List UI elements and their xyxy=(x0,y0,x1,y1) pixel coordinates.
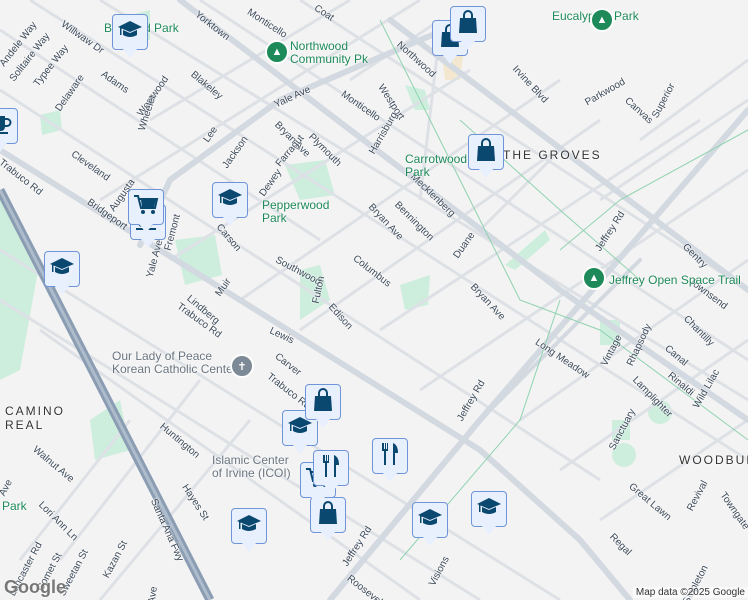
park-label: Northwood Community Pk xyxy=(290,39,369,66)
neighborhood-label: CAMINO REAL xyxy=(5,404,65,432)
park-tree-icon[interactable]: ▲ xyxy=(265,40,289,64)
place-label: Our Lady of Peace Korean Catholic Center xyxy=(112,349,237,376)
neighborhood-label: WOODBURY xyxy=(679,453,748,467)
school-icon xyxy=(236,513,262,540)
park-tree-icon[interactable]: ▲ xyxy=(582,266,606,290)
grocery-icon xyxy=(133,194,159,221)
jeffrey-rd-road xyxy=(327,107,748,600)
shopping-icon xyxy=(475,137,497,167)
park-label: Pepperwood Park xyxy=(262,198,330,225)
school-marker[interactable] xyxy=(231,508,267,552)
arterial-roads xyxy=(0,0,748,600)
place-label: Islamic Center of Irvine (ICOI) xyxy=(212,453,291,480)
school-marker[interactable] xyxy=(212,182,248,226)
shopping-marker[interactable] xyxy=(450,6,486,50)
park-label: Jeffrey Open Space Trail xyxy=(609,273,741,287)
school-icon xyxy=(476,496,502,523)
restaurant-icon xyxy=(379,441,401,472)
school-icon xyxy=(417,507,443,534)
shopping-marker[interactable] xyxy=(468,134,504,178)
minor-roads xyxy=(0,0,748,600)
school-marker[interactable] xyxy=(471,491,507,535)
cafe-icon xyxy=(0,113,13,140)
cafe-marker[interactable] xyxy=(0,108,18,152)
shopping-icon xyxy=(312,387,334,417)
restaurant-marker[interactable] xyxy=(313,450,349,494)
school-marker[interactable] xyxy=(112,14,148,58)
shopping-marker[interactable] xyxy=(305,384,341,428)
neighborhood-label: THE GROVES xyxy=(503,148,602,162)
school-marker[interactable] xyxy=(44,251,80,295)
street-label: Ave xyxy=(146,585,160,600)
park-label: Carrotwood Park xyxy=(405,152,468,179)
map-canvas[interactable]: Willwaw Dr Yorktown Monticello Coat Andele W… xyxy=(0,0,748,600)
park-tree-icon[interactable]: ▲ xyxy=(590,8,614,32)
restaurant-marker[interactable] xyxy=(372,438,408,482)
school-icon xyxy=(117,19,143,46)
map-base xyxy=(0,0,748,600)
church-cross-icon[interactable]: ✝ xyxy=(230,354,254,378)
school-icon xyxy=(217,187,243,214)
restaurant-icon xyxy=(320,453,342,484)
park-label: Park xyxy=(2,499,27,513)
google-logo: Google xyxy=(4,577,66,597)
school-marker[interactable] xyxy=(412,502,448,546)
map-attribution: Map data ©2025 Google xyxy=(632,587,748,598)
shopping-icon xyxy=(457,9,479,39)
school-icon xyxy=(49,256,75,283)
grocery-marker[interactable] xyxy=(128,189,164,233)
